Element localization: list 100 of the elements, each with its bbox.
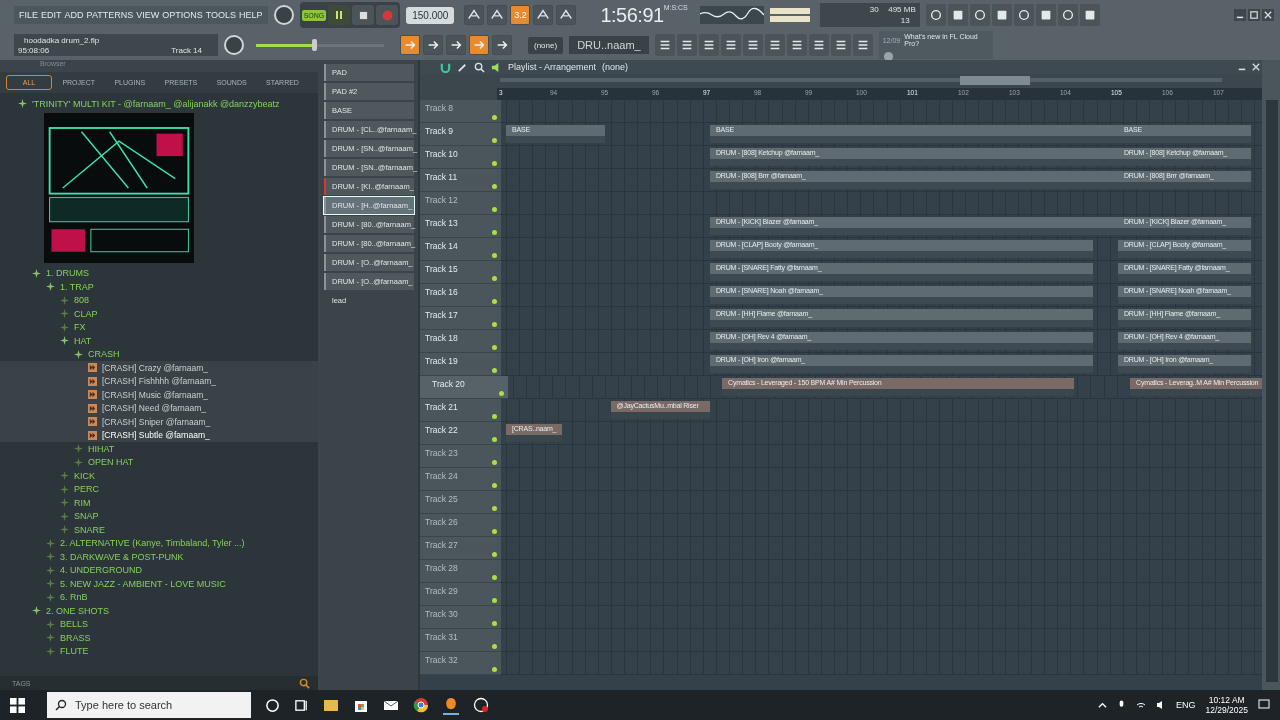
search-icon[interactable] [299,677,310,689]
track-mute-led[interactable] [492,345,497,350]
folder-expander-icon[interactable] [60,336,69,346]
folder-expander-icon[interactable] [46,646,55,656]
folder-item[interactable]: 6. RnB [60,592,88,603]
folder-icon[interactable] [323,697,339,713]
cart-button[interactable] [852,34,873,56]
track-header[interactable]: Track 28 [420,560,501,583]
toolbar-toggle[interactable] [556,5,577,25]
track-header[interactable]: Track 31 [420,629,501,652]
record-disc-icon[interactable] [473,697,489,713]
folder-expander-icon[interactable] [46,579,55,589]
minimize-button[interactable] [1234,9,1246,21]
menu-item[interactable]: FILE [19,10,38,20]
track-mute-led[interactable] [492,621,497,626]
folder-expander-icon[interactable] [60,525,69,535]
folder-expander-icon[interactable] [60,471,69,481]
folder-item[interactable]: FLUTE [60,646,89,657]
folder-item[interactable]: HIHAT [88,443,115,454]
track-header[interactable]: Track 9 [420,123,501,146]
track-header[interactable]: Track 16 [420,284,501,307]
windows-start-icon[interactable] [10,697,25,713]
folder-item[interactable]: HAT [74,335,92,346]
track-mute-led[interactable] [492,322,497,327]
maximize-button[interactable] [1248,9,1260,21]
folder-expander-icon[interactable] [46,552,55,562]
track-mute-led[interactable] [492,276,497,281]
track-mute-led[interactable] [492,253,497,258]
pencil-icon[interactable] [457,61,468,73]
toolbar-toggle[interactable] [464,5,485,25]
folder-item[interactable]: 'TRINITY' MULTI KIT - @farnaam_ @alijanakk @danzzybeatz [32,98,280,109]
toolbar-toggle[interactable] [492,35,512,55]
folder-item[interactable]: BRASS [60,632,91,643]
scrollbar[interactable] [1266,100,1278,682]
pause-button[interactable] [328,5,351,25]
folder-expander-icon[interactable] [60,498,69,508]
sliders-button[interactable] [676,34,697,56]
folder-item[interactable]: PERC [74,484,99,495]
toolbar-toggle[interactable] [423,35,443,55]
track-mute-led[interactable] [492,460,497,465]
folder-item[interactable]: RIM [74,497,91,508]
list-button[interactable] [698,34,719,56]
track-mute-led[interactable] [492,506,497,511]
track-mute-led[interactable] [492,575,497,580]
toolbar-toggle[interactable] [446,35,466,55]
menu-item[interactable]: ADD [64,10,84,20]
folder-expander-icon[interactable] [46,282,55,292]
folder-item[interactable]: KICK [74,470,95,481]
master-volume-slider[interactable] [256,39,384,51]
lamp-button[interactable] [808,34,829,56]
mixer-button[interactable] [654,34,675,56]
folder-expander-icon[interactable] [74,457,83,467]
toolbar-toggle[interactable] [469,35,489,55]
pattern-selector[interactable]: DRU..naam_ [569,36,649,54]
track-mute-led[interactable] [492,230,497,235]
track-mute-led[interactable] [492,138,497,143]
track-mute-led[interactable] [492,414,497,419]
folder-expander-icon[interactable] [74,444,83,454]
folder-item[interactable]: 2. ONE SHOTS [46,605,109,616]
track-mute-led[interactable] [492,529,497,534]
track-header[interactable]: Track 11 [420,169,501,192]
network-icon[interactable] [1135,700,1146,710]
folder-item[interactable]: 1. TRAP [60,281,94,292]
track-mute-led[interactable] [492,644,497,649]
track-header[interactable]: Track 15 [420,261,501,284]
toolbar-toggle[interactable] [400,35,420,55]
zoom-icon[interactable] [474,61,485,73]
folder-item[interactable]: CLAP [74,308,98,319]
toolbar-toggle[interactable] [487,5,508,25]
track-header[interactable]: Track 22 [420,422,501,445]
track-mute-led[interactable] [492,184,497,189]
track-mute-led[interactable] [492,161,497,166]
track-header[interactable]: Track 10 [420,146,501,169]
track-header[interactable]: Track 12 [420,192,501,215]
menu-item[interactable]: OPTIONS [162,10,203,20]
folder-expander-icon[interactable] [18,99,27,109]
track-header[interactable]: Track 26 [420,514,501,537]
menu-item[interactable]: HELP [239,10,263,20]
track-header[interactable]: Track 19 [420,353,501,376]
folder-item[interactable]: 808 [74,295,90,306]
folder-expander-icon[interactable] [46,565,55,575]
folder-expander-icon[interactable] [46,538,55,548]
folder-item[interactable]: 1. DRUMS [46,268,89,279]
track-header[interactable]: Track 17 [420,307,501,330]
hand-button[interactable] [830,34,851,56]
fruit-icon[interactable] [443,695,459,715]
track-header[interactable]: Track 24 [420,468,501,491]
faders-button[interactable] [720,34,741,56]
folder-expander-icon[interactable] [60,322,69,332]
circle-icon[interactable] [265,697,280,713]
folder-item[interactable]: 4. UNDERGROUND [60,565,142,576]
track-header[interactable]: Track 32 [420,652,501,675]
scissors-button[interactable] [947,4,968,26]
menu-item[interactable]: VIEW [136,10,160,20]
menu-item[interactable]: TOOLS [205,10,237,20]
track-mute-led[interactable] [492,552,497,557]
download-button[interactable] [1079,4,1100,26]
track-header[interactable]: Track 20 [420,376,508,399]
track-mute-led[interactable] [492,437,497,442]
help-button[interactable] [991,4,1012,26]
